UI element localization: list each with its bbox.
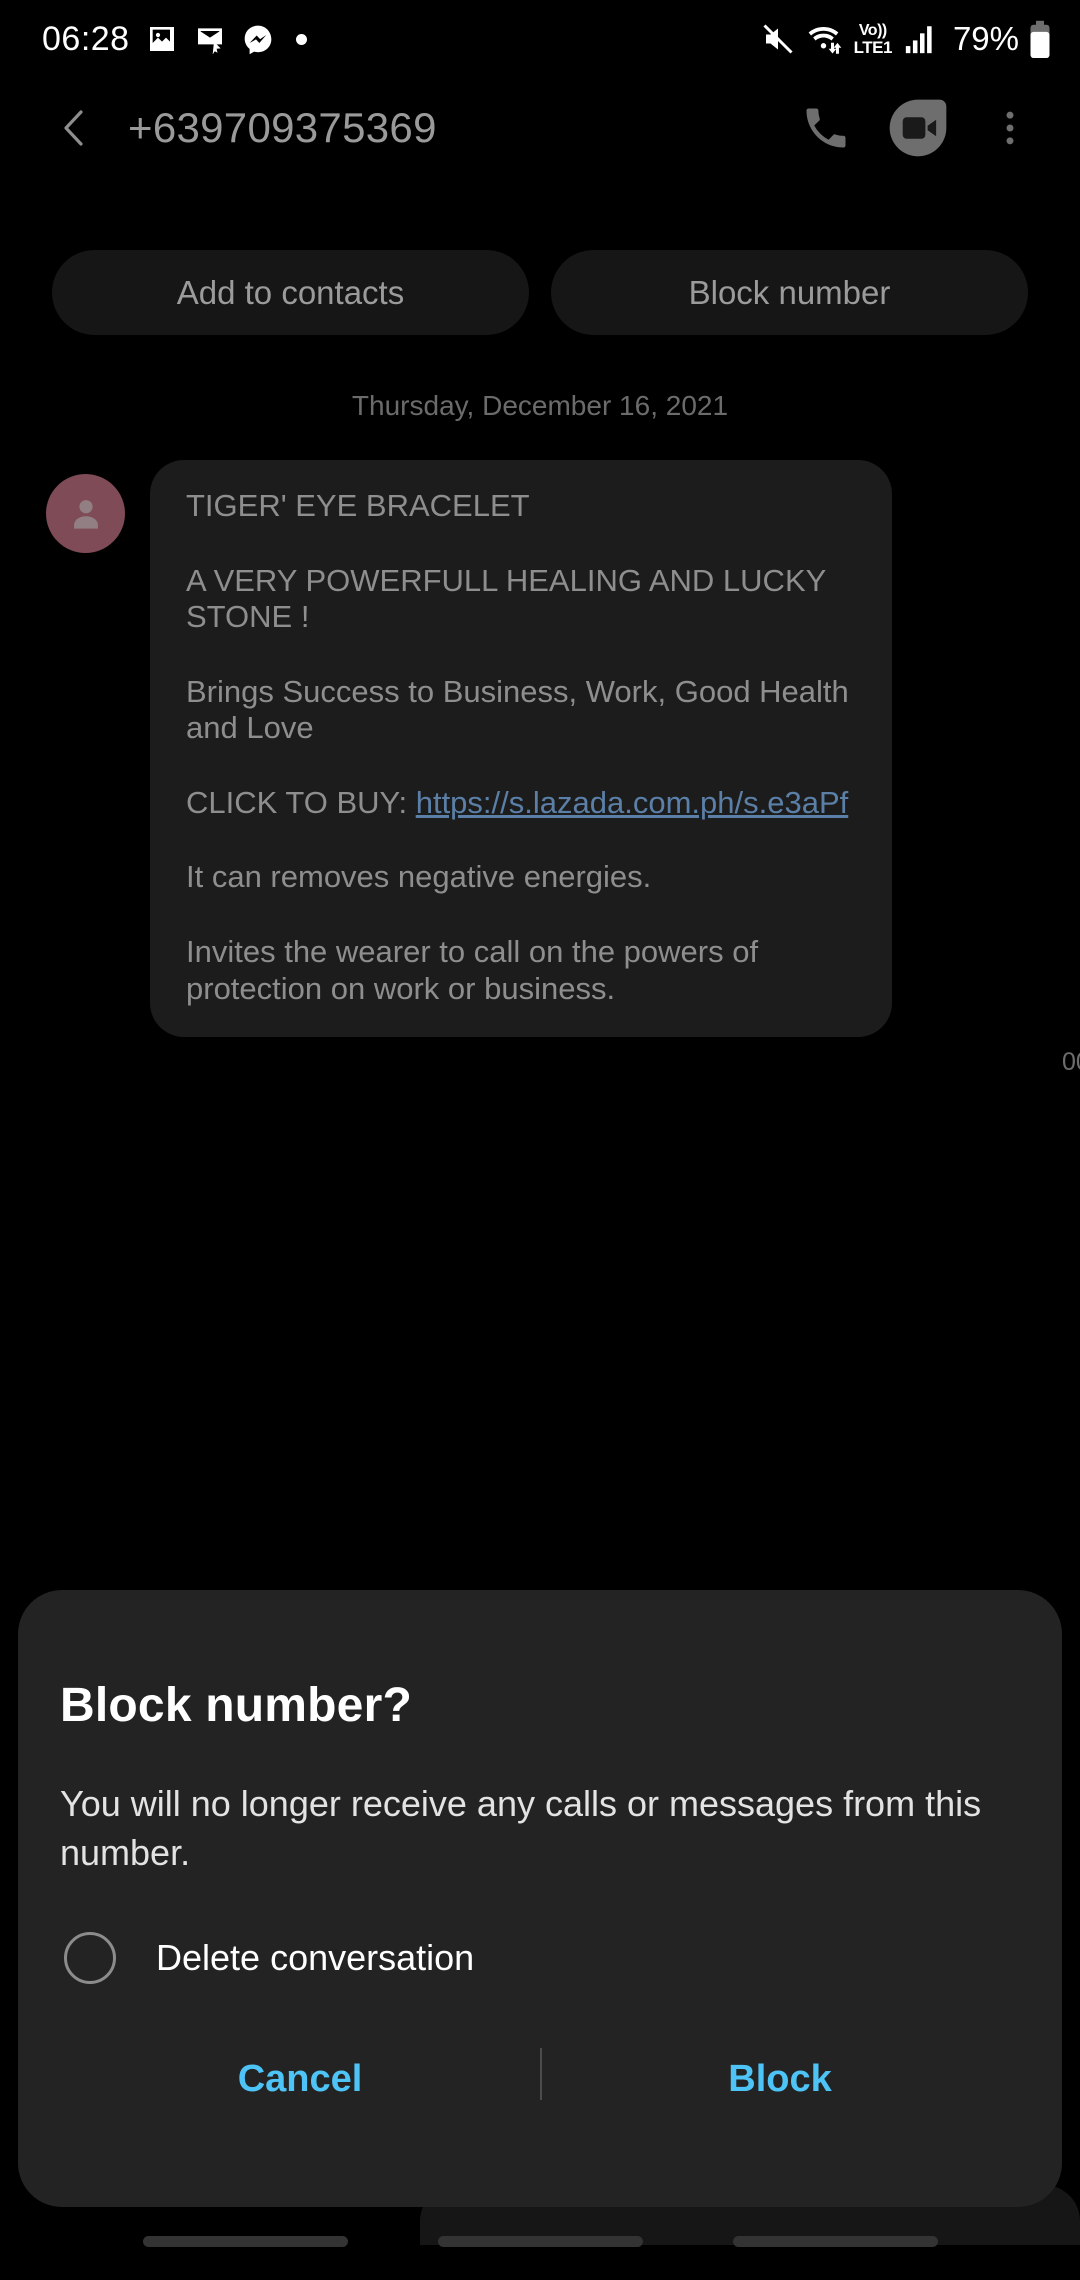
- block-button[interactable]: Block: [540, 2036, 1020, 2123]
- status-bar: 06:28 Vo)) LTE1 79%: [0, 0, 1080, 78]
- date-divider: Thursday, December 16, 2021: [351, 390, 729, 421]
- status-bar-left: 06:28: [42, 20, 307, 59]
- phone-icon[interactable]: [780, 82, 872, 174]
- message-line-1: TIGER' EYE BRACELET: [186, 488, 530, 523]
- wifi-icon: [808, 27, 841, 54]
- delete-conversation-row[interactable]: Delete conversation: [60, 1878, 1020, 1984]
- delete-conversation-checkbox[interactable]: [64, 1931, 116, 1984]
- message-row: TIGER' EYE BRACELET A VERY POWERFULL HEA…: [46, 460, 1080, 1076]
- dialog-actions: Cancel Block: [60, 2036, 1020, 2123]
- message-line-4: It can removes negative energies.: [186, 859, 652, 895]
- notification-dot-icon: [295, 33, 307, 45]
- avatar[interactable]: [46, 474, 125, 553]
- battery-icon: [1030, 20, 1050, 58]
- message-timestamp: 00:43: [1062, 1048, 1080, 1076]
- email-icon: [197, 28, 222, 55]
- volte-icon: Vo)) LTE1: [853, 21, 893, 57]
- photos-icon: [149, 27, 174, 51]
- more-options-icon[interactable]: [964, 82, 1056, 174]
- dialog-body: You will no longer receive any calls or …: [60, 1783, 982, 1873]
- quick-actions-row: Add to contacts Block number: [0, 250, 1080, 335]
- block-number-button[interactable]: Block number: [551, 250, 1028, 335]
- signal-icon: [905, 26, 932, 54]
- block-number-dialog: Block number? You will no longer receive…: [18, 1590, 1062, 2207]
- lazada-link[interactable]: https://s.lazada.com.ph/s.e3aPf: [416, 785, 849, 820]
- status-clock: 06:28: [42, 19, 130, 58]
- app-bar: +639709375369: [0, 78, 1080, 178]
- video-call-icon[interactable]: [872, 82, 964, 174]
- message-link-line: CLICK TO BUY: https://s.lazada.com.ph/s.…: [186, 785, 856, 822]
- battery-percent-label: 79%: [952, 20, 1019, 57]
- dialog-title: Block number?: [60, 1679, 412, 1732]
- message-line-2: A VERY POWERFULL HEALING AND LUCKY STONE…: [186, 562, 826, 635]
- messenger-icon: [244, 25, 271, 55]
- back-icon[interactable]: [46, 99, 104, 157]
- action-divider: [540, 2047, 542, 2100]
- message-line-5: Invites the wearer to call on the powers…: [186, 934, 759, 1006]
- status-bar-right: Vo)) LTE1 79%: [760, 20, 1052, 58]
- delete-conversation-label: Delete conversation: [156, 1936, 475, 1978]
- link-prefix-label: CLICK TO BUY:: [186, 784, 416, 820]
- message-line-3: Brings Success to Business, Work, Good H…: [186, 673, 849, 746]
- message-bubble[interactable]: TIGER' EYE BRACELET A VERY POWERFULL HEA…: [150, 460, 892, 1038]
- cancel-button[interactable]: Cancel: [60, 2036, 540, 2123]
- home-pill[interactable]: [437, 2235, 643, 2247]
- page-title[interactable]: +639709375369: [128, 104, 437, 152]
- back-pill[interactable]: [732, 2235, 938, 2247]
- navigation-bar: [0, 2202, 1080, 2280]
- mute-icon: [763, 24, 793, 54]
- add-to-contacts-button[interactable]: Add to contacts: [52, 250, 529, 335]
- recents-pill[interactable]: [142, 2235, 348, 2247]
